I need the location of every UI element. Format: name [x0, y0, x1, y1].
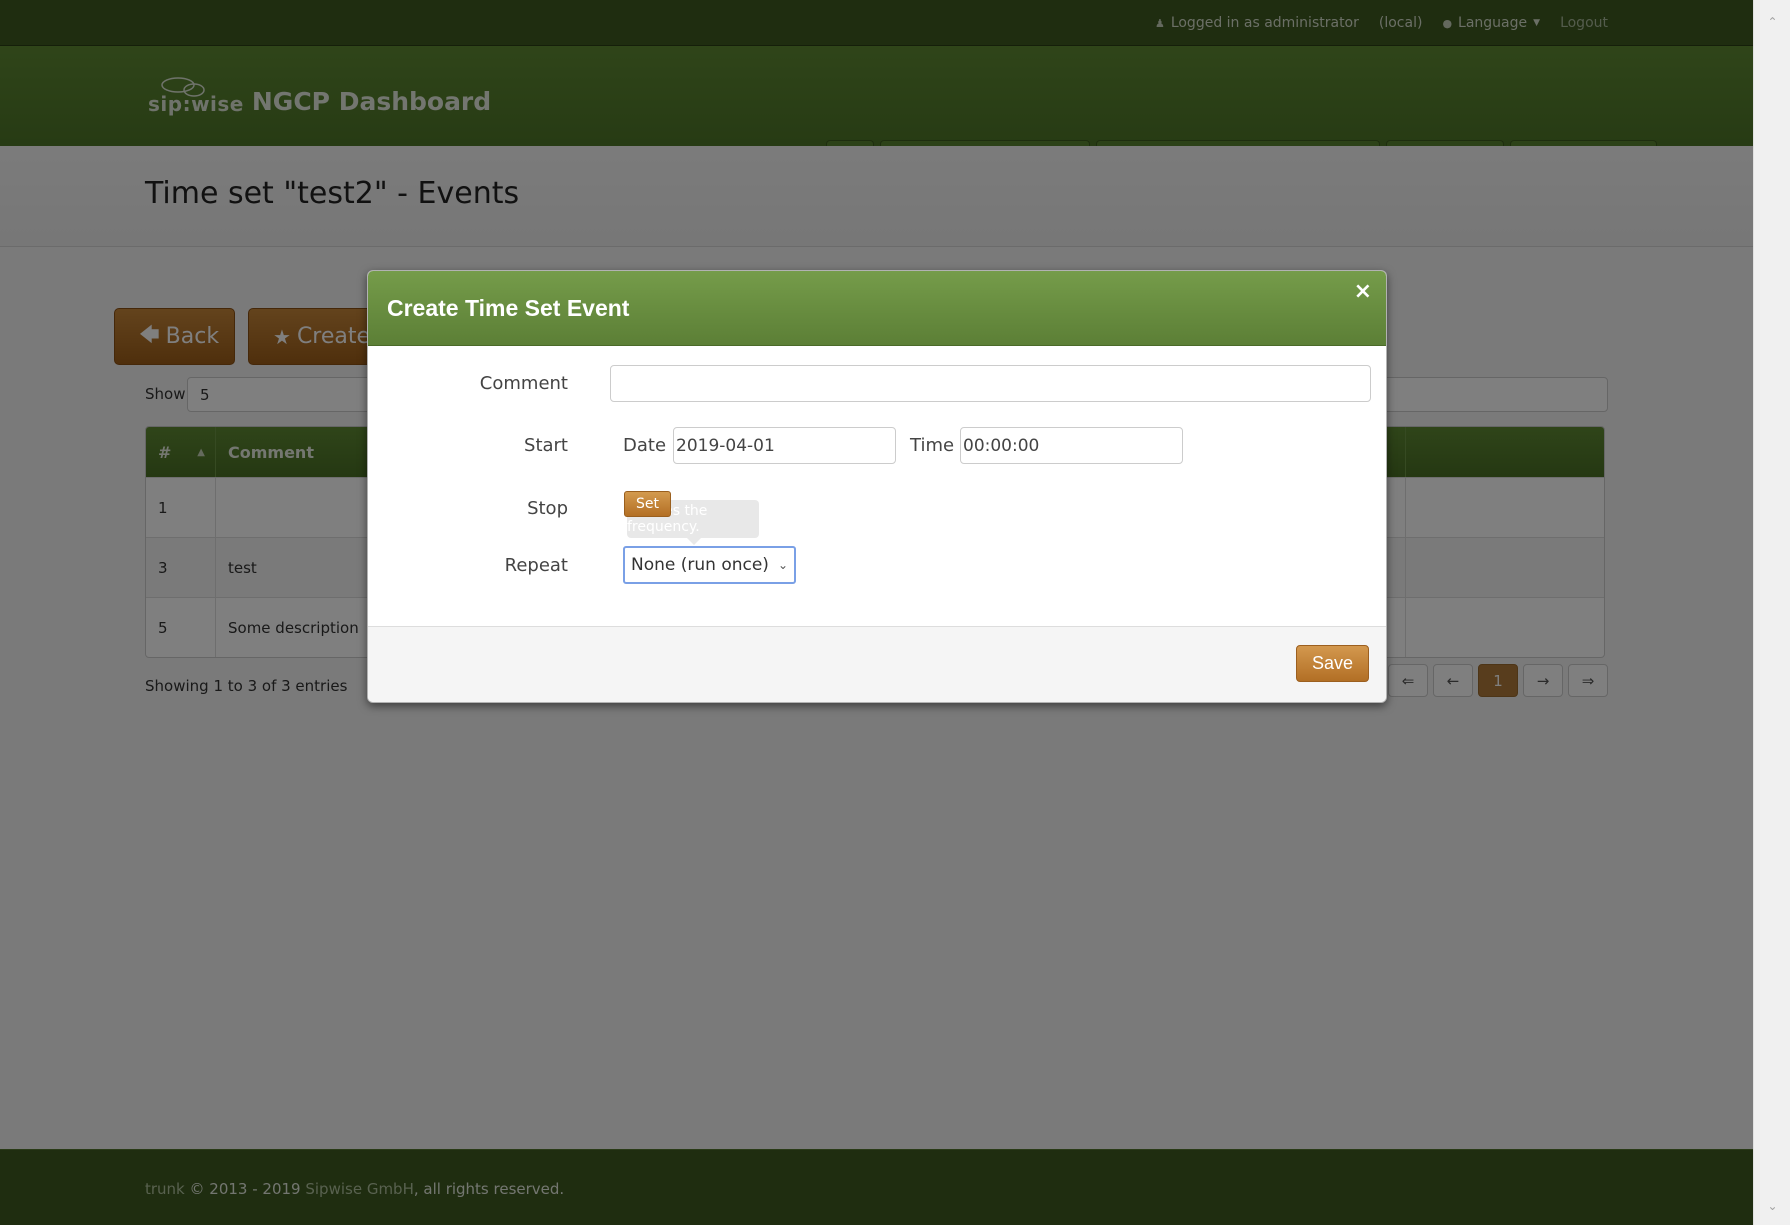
start-date-input[interactable]: 2019-04-01 — [673, 427, 896, 464]
modal-header: Create Time Set Event × — [368, 271, 1386, 346]
modal-title: Create Time Set Event — [387, 295, 630, 321]
repeat-select[interactable]: None (run once) ⌄ — [623, 546, 796, 584]
scroll-up-icon[interactable]: ⌃ — [1754, 15, 1790, 29]
create-event-modal: Create Time Set Event × Comment Start Da… — [367, 270, 1387, 703]
stop-label: Stop — [527, 498, 568, 519]
set-stop-button[interactable]: Set — [624, 491, 671, 517]
scroll-down-icon[interactable]: ⌄ — [1754, 1199, 1790, 1213]
chevron-down-icon: ⌄ — [777, 558, 788, 572]
time-label: Time — [910, 435, 955, 456]
date-label: Date — [623, 435, 667, 456]
comment-input[interactable] — [610, 365, 1371, 402]
start-label: Start — [524, 435, 568, 456]
start-time-input[interactable]: 00:00:00 — [960, 427, 1183, 464]
repeat-label: Repeat — [504, 555, 568, 576]
close-icon[interactable]: × — [1354, 279, 1372, 304]
save-button[interactable]: Save — [1296, 645, 1369, 682]
scrollbar[interactable]: ⌃ ⌄ — [1753, 0, 1790, 1225]
modal-footer: Save — [368, 626, 1386, 702]
repeat-value: None (run once) — [631, 555, 769, 575]
modal-body: Comment Start Date 2019-04-01 Time 00:00… — [368, 346, 1386, 628]
comment-label: Comment — [479, 373, 568, 394]
